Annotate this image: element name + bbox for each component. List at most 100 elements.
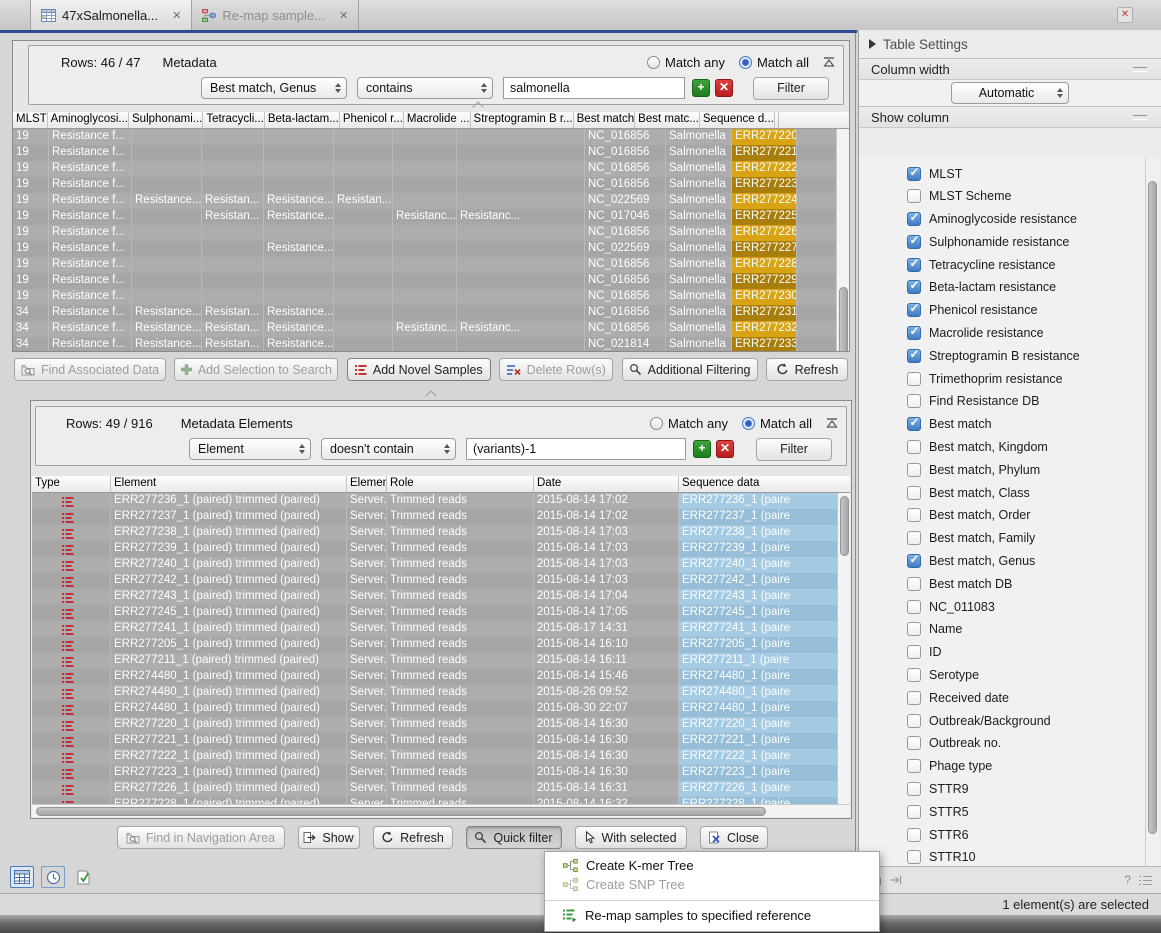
checkbox[interactable] (907, 714, 921, 728)
show-column-item[interactable]: Best match, Phylum (907, 462, 1147, 477)
checkbox[interactable] (907, 850, 921, 864)
column-header[interactable] (775, 112, 779, 128)
show-column-item[interactable]: Best match, Kingdom (907, 440, 1147, 455)
filter-button[interactable]: Filter (753, 77, 829, 100)
checkbox[interactable] (907, 440, 921, 454)
table-row[interactable]: ERR277245_1 (paired) trimmed (paired) Se… (32, 605, 837, 621)
filter-button[interactable]: Filter (756, 438, 832, 461)
column-header[interactable]: Aminoglycosi... (48, 112, 129, 128)
column-header[interactable]: Sequence d... (700, 112, 775, 128)
table-row[interactable]: 34 Resistance f... Resistance... Resista… (13, 305, 836, 321)
refresh-button[interactable]: Refresh (766, 358, 848, 381)
column-header[interactable]: Best matc... (635, 112, 700, 128)
show-column-item[interactable]: Received date (907, 690, 1147, 705)
column-header[interactable]: MLST (13, 112, 48, 128)
show-column-item[interactable]: MLST (907, 166, 1147, 181)
tabbar-corner-icon[interactable]: ✕ (1117, 7, 1133, 23)
table-row[interactable]: ERR277211_1 (paired) trimmed (paired) Se… (32, 653, 837, 669)
scrollbar-thumb[interactable] (840, 496, 849, 556)
show-column-item[interactable]: STTR9 (907, 782, 1147, 797)
help-icon[interactable]: ? (1124, 873, 1131, 887)
checkbox[interactable] (907, 828, 921, 842)
table-row[interactable]: 19 Resistance f... NC_016856 Salmonella … (13, 225, 836, 241)
horizontal-scrollbar[interactable] (32, 804, 850, 817)
column-header[interactable]: Sulphonami... (129, 112, 203, 128)
show-column-item[interactable]: ID (907, 645, 1147, 660)
checkbox[interactable] (907, 235, 921, 249)
checkbox[interactable] (907, 622, 921, 636)
table-row[interactable]: ERR277228_1 (paired) trimmed (paired) Se… (32, 797, 837, 804)
show-column-item[interactable]: Find Resistance DB (907, 394, 1147, 409)
field-select[interactable]: Element (189, 438, 311, 460)
menu-item-create-kmer-tree[interactable]: Create K-mer Tree (545, 856, 879, 875)
column-header[interactable]: Best match (574, 112, 636, 128)
match-any-radio[interactable] (647, 56, 660, 69)
table-row[interactable]: ERR277243_1 (paired) trimmed (paired) Se… (32, 589, 837, 605)
settings-list-icon[interactable] (1139, 875, 1152, 886)
vertical-scrollbar[interactable] (836, 129, 849, 351)
column-header[interactable]: Beta-lactam... (265, 112, 340, 128)
additional-filtering-button[interactable]: Additional Filtering (622, 358, 758, 381)
checkbox[interactable] (907, 577, 921, 591)
show-column-item[interactable]: Macrolide resistance (907, 326, 1147, 341)
show-column-group-header[interactable]: Show column (859, 106, 1161, 128)
checkbox[interactable] (907, 212, 921, 226)
table-row[interactable]: ERR277223_1 (paired) trimmed (paired) Se… (32, 765, 837, 781)
show-column-item[interactable]: Phenicol resistance (907, 303, 1147, 318)
table-row[interactable]: ERR277205_1 (paired) trimmed (paired) Se… (32, 637, 837, 653)
field-select[interactable]: Best match, Genus (201, 77, 347, 99)
column-header[interactable]: Role (387, 476, 534, 492)
close-button[interactable]: Close (700, 826, 768, 849)
show-column-item[interactable]: Outbreak/Background (907, 713, 1147, 728)
checkbox[interactable] (907, 508, 921, 522)
table-row[interactable]: ERR274480_1 (paired) trimmed (paired) Se… (32, 701, 837, 717)
column-header[interactable]: Date (534, 476, 679, 492)
scrollbar-thumb[interactable] (839, 287, 848, 351)
sidebar-scrollbar[interactable] (1145, 157, 1159, 866)
scrollbar-thumb[interactable] (36, 807, 766, 816)
column-header[interactable]: Tetracycli... (203, 112, 265, 128)
table-row[interactable]: ERR277242_1 (paired) trimmed (paired) Se… (32, 573, 837, 589)
operator-select[interactable]: contains (357, 77, 493, 99)
menu-item-remap-samples[interactable]: Re-map samples to specified reference (545, 906, 879, 925)
checkbox[interactable] (907, 531, 921, 545)
with-selected-button[interactable]: With selected (575, 826, 687, 849)
table-row[interactable]: ERR277239_1 (paired) trimmed (paired) Se… (32, 541, 837, 557)
tab-salmonella-table[interactable]: 47xSalmonella... ✕ (30, 0, 192, 30)
column-header[interactable]: Streptogramin B r... (471, 112, 574, 128)
match-all-radio[interactable] (742, 417, 755, 430)
history-view-icon[interactable] (41, 866, 65, 888)
add-filter-criterion-button[interactable]: + (692, 79, 710, 97)
remove-filter-criterion-button[interactable]: ✕ (716, 440, 734, 458)
show-column-item[interactable]: STTR5 (907, 804, 1147, 819)
show-column-item[interactable]: Best match, Order (907, 508, 1147, 523)
close-icon[interactable]: ✕ (172, 9, 181, 22)
table-row[interactable]: ERR274480_1 (paired) trimmed (paired) Se… (32, 669, 837, 685)
column-header[interactable]: Sequence data (679, 476, 850, 492)
table-row[interactable]: 19 Resistance f... Resistance... Resista… (13, 193, 836, 209)
checkbox[interactable] (907, 349, 921, 363)
checkbox[interactable] (907, 600, 921, 614)
checkbox[interactable] (907, 463, 921, 477)
table-row[interactable]: ERR277238_1 (paired) trimmed (paired) Se… (32, 525, 837, 541)
table-row[interactable]: ERR277220_1 (paired) trimmed (paired) Se… (32, 717, 837, 733)
show-column-item[interactable]: NC_011083 (907, 599, 1147, 614)
table-row[interactable]: ERR274480_1 (paired) trimmed (paired) Se… (32, 685, 837, 701)
match-all-radio[interactable] (739, 56, 752, 69)
show-column-item[interactable]: Trimethoprim resistance (907, 371, 1147, 386)
table-row[interactable]: ERR277241_1 (paired) trimmed (paired) Se… (32, 621, 837, 637)
show-column-item[interactable]: STTR6 (907, 827, 1147, 842)
table-row[interactable]: 34 Resistance f... Resistance... Resista… (13, 337, 836, 351)
quick-filter-button[interactable]: Quick filter (466, 826, 562, 849)
show-column-item[interactable]: Sulphonamide resistance (907, 234, 1147, 249)
element-info-view-icon[interactable] (72, 866, 96, 888)
show-column-item[interactable]: Serotype (907, 668, 1147, 683)
show-column-item[interactable]: Best match, Genus (907, 554, 1147, 569)
show-column-item[interactable]: Tetracycline resistance (907, 257, 1147, 272)
delete-rows-button[interactable]: Delete Row(s) (499, 358, 613, 381)
checkbox[interactable] (907, 691, 921, 705)
table-row[interactable]: ERR277240_1 (paired) trimmed (paired) Se… (32, 557, 837, 573)
column-width-select[interactable]: Automatic (951, 82, 1069, 104)
show-column-item[interactable]: STTR10 (907, 850, 1147, 865)
table-row[interactable]: 19 Resistance f... NC_016856 Salmonella … (13, 129, 836, 145)
